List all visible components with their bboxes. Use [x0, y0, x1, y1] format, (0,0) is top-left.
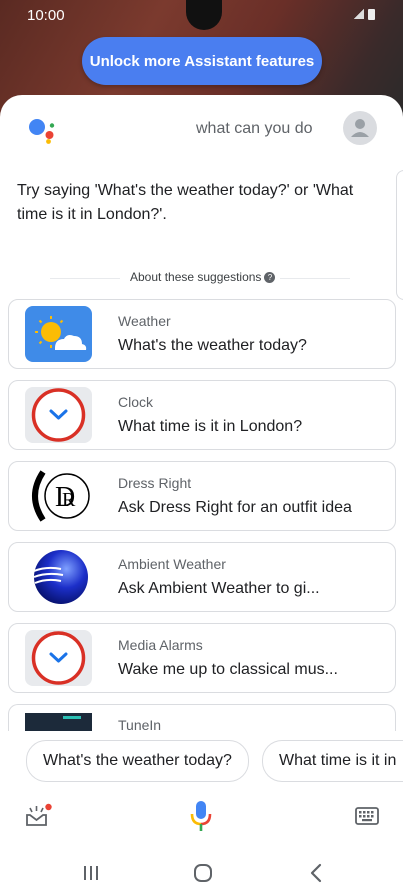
- status-time: 10:00: [27, 7, 65, 24]
- system-nav-bar: [0, 850, 403, 896]
- svg-text:R: R: [62, 489, 76, 511]
- suggestion-card-tunein[interactable]: TuneIn: [8, 704, 396, 731]
- recent-apps-icon[interactable]: [82, 864, 100, 882]
- chip-time-london[interactable]: What time is it in: [262, 740, 403, 782]
- signal-icon: [354, 9, 364, 19]
- about-label: About these suggestions: [130, 270, 262, 284]
- chip-weather[interactable]: What's the weather today?: [26, 740, 249, 782]
- avatar[interactable]: [343, 111, 377, 145]
- back-icon[interactable]: [309, 863, 323, 883]
- card-title: Ask Dress Right for an outfit idea: [118, 499, 352, 516]
- card-title: What time is it in London?: [118, 418, 303, 435]
- next-card-edge[interactable]: [396, 170, 403, 300]
- about-suggestions[interactable]: About these suggestions?: [50, 270, 350, 286]
- tunein-app-icon: [25, 713, 92, 731]
- suggestion-card-media-alarms[interactable]: Media Alarms Wake me up to classical mus…: [8, 623, 396, 693]
- user-icon: [351, 119, 369, 137]
- microphone-icon[interactable]: [190, 799, 212, 833]
- suggestion-card-weather[interactable]: Weather What's the weather today?: [8, 299, 396, 369]
- status-icons: [354, 9, 375, 20]
- suggestion-card-dress-right[interactable]: D R Dress Right Ask Dress Right for an o…: [8, 461, 396, 531]
- home-icon[interactable]: [193, 863, 213, 883]
- card-title: Ask Ambient Weather to gi...: [118, 580, 320, 597]
- battery-icon: [368, 9, 375, 20]
- explore-icon[interactable]: [24, 803, 52, 829]
- intro-text: Try saying 'What's the weather today?' o…: [17, 182, 354, 223]
- help-icon[interactable]: ?: [264, 272, 276, 283]
- weather-app-icon: [25, 306, 92, 362]
- query-text[interactable]: what can you do: [196, 120, 313, 138]
- card-title: Wake me up to classical mus...: [118, 661, 338, 678]
- card-category: Dress Right: [118, 475, 192, 491]
- card-category: Ambient Weather: [118, 556, 226, 572]
- divider-right: [280, 278, 350, 279]
- google-assistant-logo-icon: [29, 119, 55, 144]
- assistant-bottom-bar: [0, 794, 403, 838]
- unlock-features-button[interactable]: Unlock more Assistant features: [82, 37, 322, 85]
- divider-left: [50, 278, 120, 279]
- card-category: TuneIn: [118, 717, 162, 731]
- about-label-wrap: About these suggestions?: [126, 270, 280, 284]
- card-category: Weather: [118, 313, 171, 329]
- dress-right-app-icon: D R: [25, 468, 92, 524]
- keyboard-icon[interactable]: [355, 807, 379, 825]
- card-category: Clock: [118, 394, 154, 410]
- suggestion-card-ambient-weather[interactable]: Ambient Weather Ask Ambient Weather to g…: [8, 542, 396, 612]
- ambient-weather-app-icon: [25, 549, 92, 605]
- clock-app-icon: [25, 387, 92, 443]
- card-category: Media Alarms: [118, 637, 203, 653]
- card-title: What's the weather today?: [118, 337, 307, 354]
- media-alarms-app-icon: [25, 630, 92, 686]
- suggestion-card-clock[interactable]: Clock What time is it in London?: [8, 380, 396, 450]
